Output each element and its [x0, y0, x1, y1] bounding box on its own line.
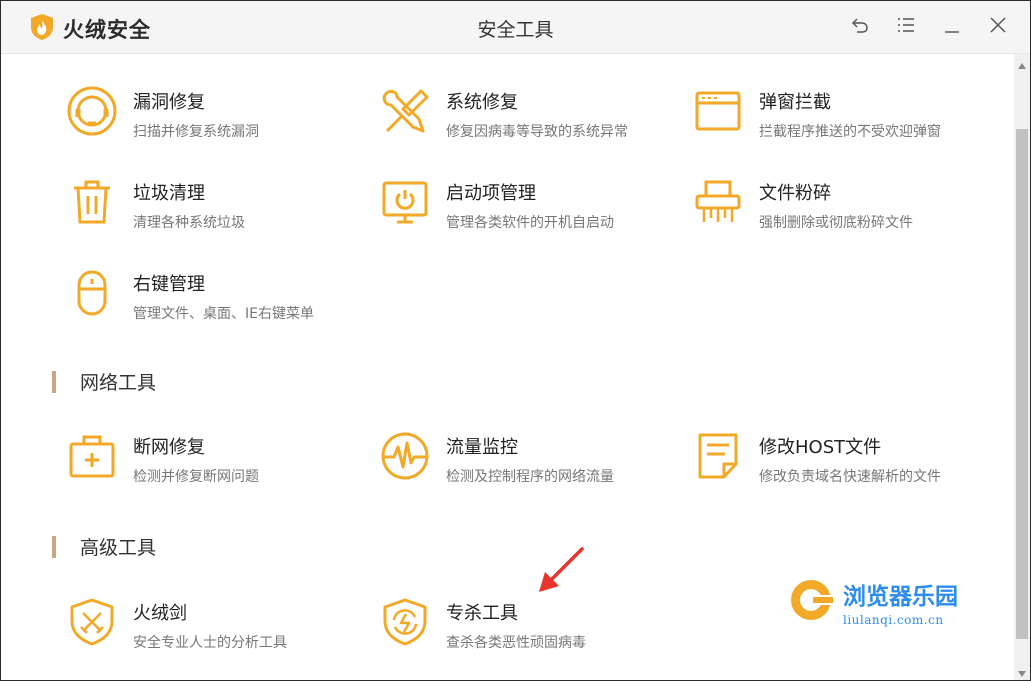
section-title: 高级工具 — [80, 537, 157, 559]
scroll-up-button[interactable] — [1014, 54, 1030, 72]
tool-popup-block[interactable]: 弹窗拦截 拦截程序推送的不受欢迎弹窗 — [691, 84, 941, 141]
section-marker — [52, 370, 56, 393]
tool-network-repair[interactable]: 断网修复 检测并修复断网问题 — [65, 429, 259, 486]
tool-file-shredder[interactable]: 文件粉碎 强制删除或彻底粉碎文件 — [691, 175, 913, 232]
tool-host-edit[interactable]: 修改HOST文件 修改负责域名快速解析的文件 — [691, 429, 941, 486]
popup-window-icon — [691, 84, 745, 138]
tool-desc: 修复因病毒等导致的系统异常 — [446, 124, 628, 140]
back-button[interactable] — [848, 15, 872, 39]
tool-huorong-sword[interactable]: 火绒剑 安全专业人士的分析工具 — [65, 595, 287, 652]
tool-junk-clean[interactable]: 垃圾清理 清理各种系统垃圾 — [65, 175, 245, 232]
tool-system-repair[interactable]: 系统修复 修复因病毒等导致的系统异常 — [378, 84, 628, 141]
scrollbar-thumb[interactable] — [1016, 129, 1028, 639]
tool-desc: 扫描并修复系统漏洞 — [133, 124, 259, 140]
watermark-title: 浏览器乐园 — [843, 583, 958, 610]
first-aid-kit-icon — [65, 429, 119, 483]
close-button[interactable] — [986, 15, 1010, 39]
menu-icon — [896, 15, 916, 39]
app-window: 火绒安全 安全工具 漏洞修复 扫描并修复系统漏洞 系统修复 修复因病毒等导致的系… — [0, 0, 1031, 681]
watermark: 浏览器乐园 liulanqi.com.cn — [789, 577, 958, 627]
tool-name: 垃圾清理 — [133, 183, 205, 204]
tool-name: 文件粉碎 — [759, 183, 831, 204]
tool-name: 流量监控 — [446, 437, 518, 458]
tool-desc: 拦截程序推送的不受欢迎弹窗 — [759, 124, 941, 140]
tool-desc: 强制删除或彻底粉碎文件 — [759, 215, 913, 231]
menu-button[interactable] — [894, 15, 918, 39]
tool-name: 启动项管理 — [446, 183, 536, 204]
tool-name: 漏洞修复 — [133, 92, 205, 113]
section-title: 网络工具 — [80, 372, 157, 394]
back-icon — [850, 15, 870, 39]
section-marker — [52, 535, 56, 558]
tool-desc: 检测及控制程序的网络流量 — [446, 469, 614, 485]
section-advanced-tools: 高级工具 — [52, 533, 156, 560]
tool-name: 专杀工具 — [446, 603, 518, 624]
tool-desc: 清理各种系统垃圾 — [133, 215, 245, 231]
tool-traffic-monitor[interactable]: 流量监控 检测及控制程序的网络流量 — [378, 429, 614, 486]
tool-name: 修改HOST文件 — [759, 437, 882, 458]
tool-desc: 管理各类软件的开机自启动 — [446, 215, 614, 231]
mouse-icon — [65, 266, 119, 320]
tool-desc: 修改负责域名快速解析的文件 — [759, 469, 941, 485]
caret-down-icon — [1018, 662, 1026, 681]
minimize-icon — [942, 15, 962, 39]
annotation-arrow — [531, 546, 587, 600]
pulse-icon — [378, 429, 432, 483]
vertical-scrollbar[interactable] — [1014, 54, 1030, 680]
title-bar: 火绒安全 安全工具 — [1, 1, 1030, 54]
tool-desc: 安全专业人士的分析工具 — [133, 635, 287, 651]
section-network-tools: 网络工具 — [52, 368, 156, 395]
shield-sword-icon — [65, 595, 119, 649]
tool-name: 系统修复 — [446, 92, 518, 113]
wrench-screwdriver-icon — [378, 84, 432, 138]
watermark-logo-icon — [789, 578, 837, 626]
tool-desc: 检测并修复断网问题 — [133, 469, 259, 485]
tool-startup-manager[interactable]: 启动项管理 管理各类软件的开机自启动 — [378, 175, 614, 232]
minimize-button[interactable] — [940, 15, 964, 39]
tool-name: 火绒剑 — [133, 603, 187, 624]
monitor-power-icon — [378, 175, 432, 229]
tool-name: 右键管理 — [133, 274, 205, 295]
tool-name: 弹窗拦截 — [759, 92, 831, 113]
tool-desc: 管理文件、桌面、IE右键菜单 — [133, 306, 314, 322]
tool-context-menu[interactable]: 右键管理 管理文件、桌面、IE右键菜单 — [65, 266, 314, 323]
tool-special-kill[interactable]: 专杀工具 查杀各类恶性顽固病毒 — [378, 595, 586, 652]
watermark-url: liulanqi.com.cn — [843, 613, 944, 627]
vulnerability-fix-icon — [65, 84, 119, 138]
document-edit-icon — [691, 429, 745, 483]
shield-bolt-icon — [378, 595, 432, 649]
caret-up-icon — [1018, 54, 1026, 73]
tool-name: 断网修复 — [133, 437, 205, 458]
trash-icon — [65, 175, 119, 229]
shredder-icon — [691, 175, 745, 229]
tool-desc: 查杀各类恶性顽固病毒 — [446, 635, 586, 651]
tool-vulnerability-fix[interactable]: 漏洞修复 扫描并修复系统漏洞 — [65, 84, 259, 141]
scroll-down-button[interactable] — [1014, 662, 1030, 680]
close-icon — [988, 15, 1008, 39]
